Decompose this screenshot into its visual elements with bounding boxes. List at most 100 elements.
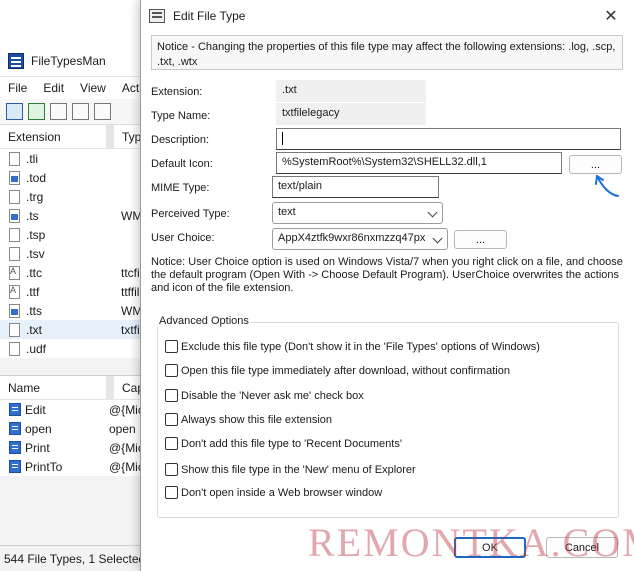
extension-name: .tli	[26, 151, 38, 166]
menu-file[interactable]: File	[0, 81, 35, 95]
extension-row[interactable]: .txt txtfi	[0, 320, 159, 339]
action-list-header: Name Captio	[0, 375, 160, 400]
advanced-options-title: Advanced Options	[157, 315, 251, 327]
extension-type: ttcfi	[121, 265, 140, 280]
edit-file-type-dialog: Edit File Type ✕ Notice - Changing the p…	[140, 0, 634, 571]
option-label: Don't add this file type to 'Recent Docu…	[181, 437, 402, 450]
extension-row[interactable]: .ttc ttcfi	[0, 263, 159, 282]
extension-row[interactable]: .ttf ttffil	[0, 282, 159, 301]
font-file-icon	[9, 284, 20, 299]
checkbox-box[interactable]	[165, 389, 178, 402]
extension-name: .ts	[26, 208, 39, 223]
action-name: Print	[25, 440, 50, 455]
action-caption: @{Mic	[109, 440, 144, 455]
column-divider[interactable]	[106, 124, 114, 149]
column-extension[interactable]: Extension	[0, 130, 100, 144]
close-icon[interactable]: ✕	[588, 0, 634, 32]
extension-name: .tod	[26, 170, 47, 185]
dialog-app-icon	[149, 9, 165, 23]
checkbox-box[interactable]	[165, 364, 178, 377]
file-icon	[9, 189, 20, 204]
properties-icon[interactable]	[72, 103, 89, 120]
edit-icon[interactable]	[94, 103, 111, 120]
blue-file-icon	[9, 303, 20, 318]
action-row[interactable]: Edit @{Mic	[0, 400, 160, 419]
filetypesman-app-icon	[8, 52, 24, 69]
extension-row[interactable]: .udf	[0, 339, 159, 358]
type-name-label: Type Name:	[151, 110, 211, 122]
option-show-in-new-menu-checkbox[interactable]: Show this file type in the 'New' menu of…	[165, 463, 416, 476]
type-name-field: txtfilelegacy	[276, 103, 426, 125]
extension-row[interactable]: .tts WM	[0, 301, 159, 320]
dialog-title: Edit File Type	[173, 9, 246, 23]
description-label: Description:	[151, 134, 210, 146]
option-label: Don't open inside a Web browser window	[181, 486, 383, 499]
chevron-down-icon	[432, 233, 443, 244]
action-caption: open	[109, 421, 136, 436]
file-icon	[9, 227, 20, 242]
main-window: FileTypesMan File Edit View Actio Extens…	[0, 45, 160, 571]
file-icon	[9, 341, 20, 356]
chevron-down-icon	[427, 207, 438, 218]
copy-icon[interactable]	[50, 103, 67, 120]
action-row[interactable]: open open	[0, 419, 160, 438]
save-icon[interactable]	[6, 103, 23, 120]
user-choice-select[interactable]: AppX4ztfk9wxr86nxmzzq47px	[272, 228, 448, 250]
extension-row[interactable]: .tli	[0, 149, 159, 168]
extension-name: .trg	[26, 189, 44, 204]
perceived-type-label: Perceived Type:	[151, 208, 230, 220]
mime-type-input[interactable]: text/plain	[272, 176, 439, 198]
menu-bar: File Edit View Actio	[0, 77, 159, 99]
main-window-title: FileTypesMan	[31, 53, 106, 68]
blue-file-icon	[9, 208, 20, 223]
extension-row[interactable]: .tod	[0, 168, 159, 187]
file-icon	[9, 246, 20, 261]
extension-row[interactable]: .tsv	[0, 244, 159, 263]
option-disable-never-ask-checkbox[interactable]: Disable the 'Never ask me' check box	[165, 389, 364, 402]
menu-view[interactable]: View	[72, 81, 114, 95]
extension-name: .ttf	[26, 284, 40, 299]
checkbox-box[interactable]	[165, 437, 178, 450]
checkbox-box[interactable]	[165, 486, 178, 499]
action-icon	[9, 422, 21, 435]
action-row[interactable]: PrintTo @{Mic	[0, 457, 160, 476]
extension-type: txtfi	[121, 322, 140, 337]
option-exclude-checkbox[interactable]: Exclude this file type (Don't show it in…	[165, 340, 540, 353]
extension-name: .udf	[26, 341, 47, 356]
option-label: Exclude this file type (Don't show it in…	[181, 340, 540, 353]
column-divider[interactable]	[106, 375, 114, 400]
perceived-type-select[interactable]: text	[272, 202, 443, 224]
cancel-button[interactable]: Cancel	[546, 537, 618, 558]
font-file-icon	[9, 265, 20, 280]
extension-label: Extension:	[151, 86, 203, 98]
default-icon-input[interactable]: %SystemRoot%\System32\SHELL32.dll,1	[276, 152, 562, 174]
ok-button[interactable]: OK	[454, 537, 526, 558]
menu-edit[interactable]: Edit	[35, 81, 72, 95]
action-row[interactable]: Print @{Mic	[0, 438, 160, 457]
action-list: Name Captio Edit@{MicopenopenPrint@{MicP…	[0, 375, 160, 476]
option-always-show-extension-checkbox[interactable]: Always show this file extension	[165, 413, 332, 426]
option-label: Always show this file extension	[181, 413, 333, 426]
description-input[interactable]	[276, 128, 621, 150]
option-label: Open this file type immediately after do…	[181, 364, 510, 377]
blue-file-icon	[9, 170, 20, 185]
option-label: Disable the 'Never ask me' check box	[181, 389, 364, 402]
extension-row[interactable]: .tsp	[0, 225, 159, 244]
action-caption: @{Mic	[109, 459, 144, 474]
extension-name: .tts	[26, 303, 43, 318]
checkbox-box[interactable]	[165, 463, 178, 476]
pointer-arrow-icon	[595, 175, 619, 197]
refresh-icon[interactable]	[28, 103, 45, 120]
checkbox-box[interactable]	[165, 413, 178, 426]
extension-row[interactable]: .trg	[0, 187, 159, 206]
column-name[interactable]: Name	[0, 381, 100, 395]
option-no-recent-documents-checkbox[interactable]: Don't add this file type to 'Recent Docu…	[165, 437, 402, 450]
checkbox-box[interactable]	[165, 340, 178, 353]
extension-row[interactable]: .ts WM	[0, 206, 159, 225]
extension-field: .txt	[276, 80, 426, 102]
option-no-browser-open-checkbox[interactable]: Don't open inside a Web browser window	[165, 486, 382, 499]
perceived-type-value: text	[278, 206, 296, 218]
browse-user-choice-button[interactable]: ...	[454, 230, 507, 249]
option-open-immediately-checkbox[interactable]: Open this file type immediately after do…	[165, 364, 510, 377]
extension-name: .tsp	[26, 227, 46, 242]
